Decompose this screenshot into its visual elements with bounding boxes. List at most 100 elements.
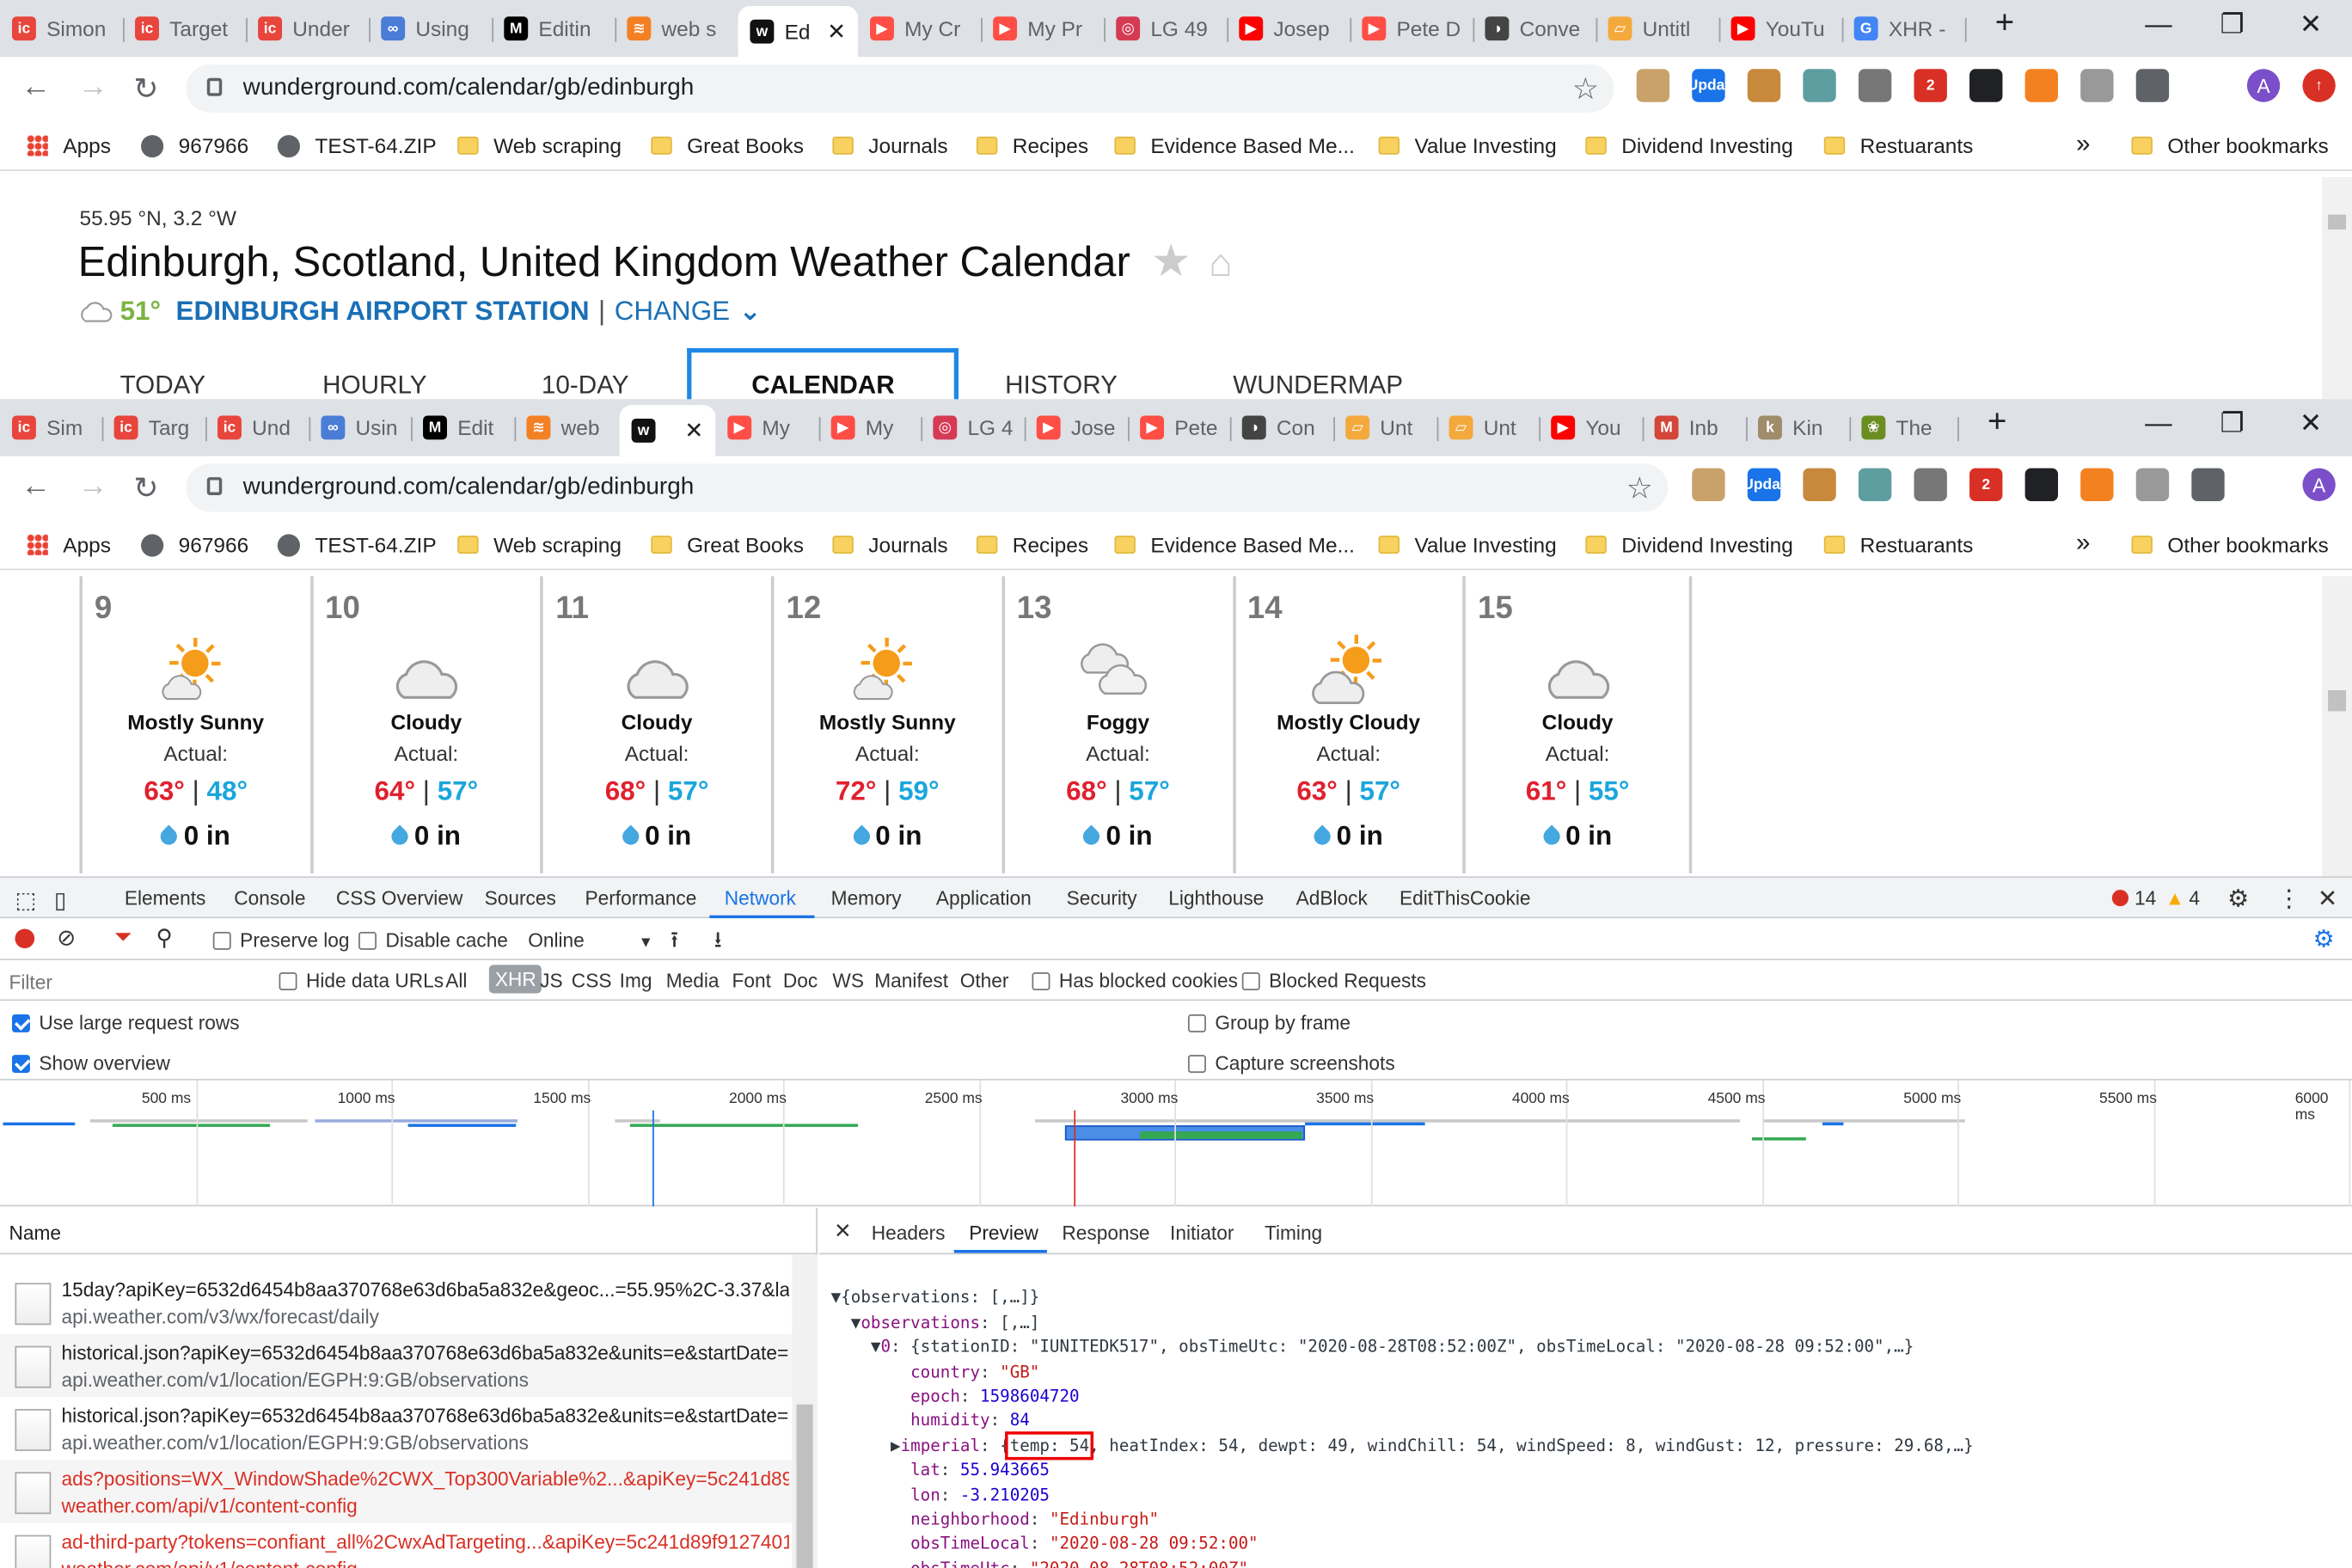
detail-tab-initiator[interactable]: Initiator [1170,1222,1234,1244]
filter-type-ws[interactable]: WS [832,970,864,992]
bookmark-2[interactable]: TEST-64.ZIP [277,533,437,557]
filter-type-all[interactable]: All [445,970,467,992]
minimize-icon[interactable]: — [2145,408,2171,440]
devtools-tab-adblock[interactable]: AdBlock [1296,887,1368,910]
note-icon[interactable] [1914,468,1947,501]
back-icon[interactable]: ← [21,70,51,105]
rss-icon[interactable] [2080,468,2114,501]
filter-type-manifest[interactable]: Manifest [874,970,948,992]
browser-tab[interactable]: ▶ My [819,407,922,449]
browser-tab[interactable]: ◎ LG 4 [921,407,1024,449]
browser-tab[interactable]: ▶ Pete [1128,407,1230,449]
bookmark-3[interactable]: Web scraping [457,133,622,157]
puzzle-icon[interactable] [2191,468,2225,501]
browser-tab[interactable]: ▶ My [715,407,818,449]
request-row[interactable]: historical.json?apiKey=6532d6454b8aa3707… [0,1397,792,1460]
devtools-tab-editthiscookie[interactable]: EditThisCookie [1400,887,1531,910]
bookmark-1[interactable]: 967966 [141,133,248,157]
network-overview-timeline[interactable]: 500 ms 1000 ms 1500 ms 2000 ms 2500 ms 3000 m… [0,1080,2352,1207]
bookmark-6[interactable]: Recipes [976,533,1088,557]
show-overview-checkbox[interactable]: Show overview [11,1052,170,1075]
inspect-icon[interactable]: ⬚ [15,887,36,914]
bookmark-0[interactable]: Apps [27,133,111,157]
device-toggle-icon[interactable]: ▯ [54,887,66,914]
blocked-requests-checkbox[interactable]: Blocked Requests [1241,970,1426,992]
browser-tab[interactable]: ▶ You [1539,407,1642,449]
throttle-select[interactable]: Online ▼ [528,928,653,951]
favorite-star-icon[interactable]: ★ [1151,237,1191,287]
filter-type-font[interactable]: Font [732,970,771,992]
settings-gear-icon[interactable]: ⚙ [2227,884,2249,914]
other-bookmarks[interactable]: Other bookmarks [2131,533,2329,557]
browser-tab[interactable]: k Kin [1746,407,1849,449]
bookmarks-overflow[interactable]: » [2076,528,2091,558]
browser-tab[interactable]: ▱ Untitl [1596,8,1719,50]
calendar-day[interactable]: 13 Foggy Actual: 68° | 57° 0 in [1001,576,1231,873]
calendar-day[interactable]: 10 Cloudy Actual: 64° | 57° 0 in [309,576,540,873]
calendar-day[interactable]: 9 Mostly Sunny Actual: 63° | 48° 0 in [79,576,309,873]
update-icon[interactable]: Updat [1687,69,1730,102]
close-tab-icon[interactable]: ✕ [827,18,846,46]
filter-type-xhr[interactable]: XHR [488,965,542,994]
browser-tab[interactable]: ▶ YouTu [1719,8,1842,50]
home-icon[interactable]: ⌂ [1209,240,1232,285]
filter-type-css[interactable]: CSS [572,970,612,992]
browser-tab[interactable]: M Editin [492,8,615,50]
page-icon[interactable] [2080,69,2114,102]
request-list-scrollbar[interactable] [792,1254,818,1568]
bookmark-5[interactable]: Journals [832,533,948,557]
bookmark-0[interactable]: Apps [27,533,111,557]
avatar[interactable]: A [2302,468,2336,501]
devtools-tab-memory[interactable]: Memory [831,887,902,910]
browser-tab[interactable]: w ✕ [619,405,716,456]
calendar-day[interactable]: 12 Mostly Sunny Actual: 72° | 59° 0 in [771,576,1001,873]
close-window-icon[interactable]: ✕ [2300,9,2322,40]
blocked-cookies-checkbox[interactable]: Has blocked cookies [1032,970,1238,992]
weather-tab-wundermap[interactable]: WUNDERMAP [1233,371,1403,401]
search-icon[interactable]: ⚲ [156,924,172,952]
bookmark-9[interactable]: Dividend Investing [1585,533,1793,557]
browser-tab[interactable]: ▱ Unt [1437,407,1540,449]
browser-tab[interactable]: M Edit [411,407,514,449]
avatar[interactable]: A [2246,69,2281,102]
station-name[interactable]: EDINBURGH AIRPORT STATION [176,296,590,328]
request-row[interactable]: ads?positions=WX_WindowShade%2CWX_Top300… [0,1460,793,1523]
browser-tab[interactable]: ▶ My Cr [858,8,981,50]
address-bar[interactable]: wunderground.com/calendar/gb/edinburgh ☆ [186,64,1614,113]
url-text[interactable]: wunderground.com/calendar/gb/edinburgh [243,75,695,101]
bookmarks-overflow[interactable]: » [2076,129,2091,159]
bookmark-7[interactable]: Evidence Based Me... [1114,533,1355,557]
devtools-tab-performance[interactable]: Performance [585,887,697,910]
browser-tab[interactable]: ic Under [246,8,369,50]
bookmark-7[interactable]: Evidence Based Me... [1114,133,1355,157]
weather-tab-10-day[interactable]: 10-DAY [542,371,629,401]
bookmark-8[interactable]: Value Investing [1378,133,1557,157]
devtools-tab-elements[interactable]: Elements [125,887,206,910]
browser-tab[interactable]: ▱ Unt [1333,407,1436,449]
filter-type-img[interactable]: Img [620,970,652,992]
bookmark-10[interactable]: Restuarants [1823,533,1973,557]
request-row[interactable]: ad-third-party?tokens=confiant_all%2CwxA… [0,1523,792,1568]
extension-1-icon[interactable] [1636,69,1670,102]
browser-tab[interactable]: M Inb [1643,407,1746,449]
page-icon[interactable] [2135,468,2170,501]
update-icon[interactable]: Updat [1743,468,1785,501]
extension-4-icon[interactable] [1858,468,1892,501]
change-station-link[interactable]: CHANGE [615,296,730,328]
bookmark-1[interactable]: 967966 [141,533,248,557]
restore-icon[interactable]: ❐ [2220,9,2244,40]
browser-tab[interactable]: ∞ Using [369,8,492,50]
bookmark-10[interactable]: Restuarants [1823,133,1973,157]
import-har-icon[interactable]: ⭱ [671,924,678,962]
calendar-day[interactable]: 15 Cloudy Actual: 61° | 55° 0 in [1462,576,1693,873]
browser-tab[interactable]: ic Simon [0,8,123,50]
devtools-tab-console[interactable]: Console [234,887,305,910]
name-column-header[interactable]: Name [0,1208,817,1255]
browser-tab[interactable]: ▶ Josep [1227,8,1350,50]
browser-tab[interactable]: ◑ Conve [1473,8,1596,50]
browser-tab[interactable]: ❀ The [1849,407,1957,449]
bookmark-5[interactable]: Journals [832,133,948,157]
weather-tab-hourly[interactable]: HOURLY [322,371,426,401]
bookmark-4[interactable]: Great Books [651,533,804,557]
filter-input[interactable] [3,966,261,997]
